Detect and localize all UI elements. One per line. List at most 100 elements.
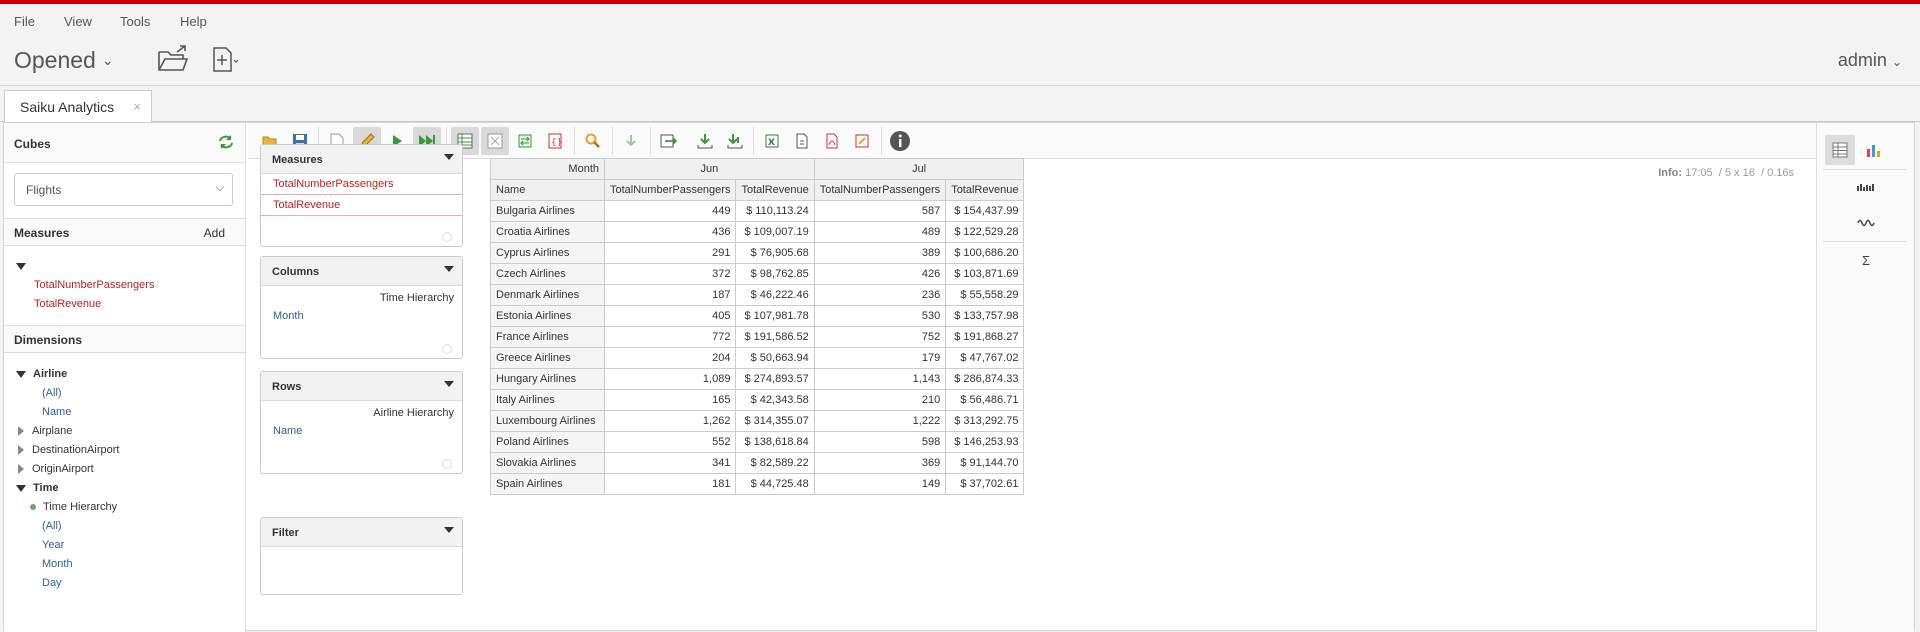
- opened-label: Opened: [14, 47, 96, 73]
- row-header[interactable]: Cyprus Airlines: [490, 242, 605, 264]
- level-year[interactable]: Year: [42, 539, 64, 551]
- hierarchy-time[interactable]: Time Hierarchy: [30, 501, 117, 513]
- measures-panel-header: Measures: [261, 145, 462, 174]
- panel-menu-icon[interactable]: [444, 154, 454, 160]
- table-cell: 149: [813, 473, 947, 495]
- new-query-icon[interactable]: [210, 44, 242, 77]
- measure-total-passengers[interactable]: TotalNumberPassengers: [34, 279, 154, 291]
- level-month[interactable]: Month: [42, 558, 73, 570]
- expand-icon: [16, 484, 26, 492]
- toggle-sidebar-icon[interactable]: [481, 127, 509, 155]
- dimension-destination[interactable]: DestinationAirport: [18, 444, 119, 456]
- menu-file[interactable]: File: [14, 14, 35, 29]
- tab-strip: Saiku Analytics ×: [0, 87, 1920, 123]
- table-cell: $ 314,355.07: [735, 410, 815, 432]
- download-all-icon[interactable]: [721, 127, 749, 155]
- table-cell: $ 100,686.20: [945, 242, 1025, 264]
- download-icon[interactable]: [691, 127, 719, 155]
- menu-tools[interactable]: Tools: [120, 14, 150, 29]
- panel-measure-item[interactable]: TotalRevenue: [261, 195, 462, 216]
- panel-menu-icon[interactable]: [444, 266, 454, 272]
- dimension-airline[interactable]: Airline: [16, 368, 67, 380]
- table-row: Croatia Airlines 436 $ 109,007.19 489 $ 122,…: [490, 221, 1025, 243]
- rows-panel-title: Rows: [272, 381, 302, 393]
- table-mode-icon[interactable]: [1825, 135, 1855, 165]
- month-header[interactable]: Jul: [813, 158, 1025, 180]
- rows-level[interactable]: Name: [261, 419, 462, 443]
- zoom-icon[interactable]: [579, 127, 607, 155]
- month-header[interactable]: Jun: [604, 158, 815, 180]
- refresh-icon[interactable]: [217, 134, 235, 153]
- row-header[interactable]: Greece Airlines: [490, 347, 605, 369]
- measure-header[interactable]: TotalRevenue: [735, 179, 815, 201]
- report-edit-icon[interactable]: [848, 127, 876, 155]
- export-rows-icon[interactable]: [655, 127, 683, 155]
- close-icon[interactable]: ×: [133, 99, 141, 114]
- row-header[interactable]: Hungary Airlines: [490, 368, 605, 390]
- cube-select[interactable]: Flights ⌵: [14, 173, 233, 206]
- tab-saiku-analytics[interactable]: Saiku Analytics ×: [4, 90, 152, 123]
- swap-axis-icon[interactable]: [511, 127, 539, 155]
- filter-panel-title: Filter: [272, 527, 299, 539]
- row-header[interactable]: Croatia Airlines: [490, 221, 605, 243]
- row-header[interactable]: Luxembourg Airlines: [490, 410, 605, 432]
- columns-level[interactable]: Month: [261, 304, 462, 328]
- table-cell: 426: [813, 263, 947, 285]
- measure-header[interactable]: TotalNumberPassengers: [813, 179, 947, 201]
- dimension-origin[interactable]: OriginAirport: [18, 463, 94, 475]
- columns-hierarchy[interactable]: Time Hierarchy: [261, 286, 462, 304]
- row-header[interactable]: Bulgaria Airlines: [490, 200, 605, 222]
- level-airline-name[interactable]: Name: [42, 406, 71, 418]
- dimension-time[interactable]: Time: [16, 482, 58, 494]
- export-excel-icon[interactable]: X: [758, 127, 786, 155]
- row-header[interactable]: Denmark Airlines: [490, 284, 605, 306]
- measure-header[interactable]: TotalRevenue: [945, 179, 1025, 201]
- table-cell: $ 76,905.68: [735, 242, 815, 264]
- sparkbar-icon[interactable]: [1851, 171, 1881, 201]
- add-measure-button[interactable]: Add: [204, 226, 225, 240]
- row-header[interactable]: Estonia Airlines: [490, 305, 605, 327]
- hierarchy-dot-icon: [30, 504, 36, 511]
- measure-total-revenue[interactable]: TotalRevenue: [34, 298, 101, 310]
- chart-mode-icon[interactable]: [1859, 135, 1889, 165]
- menu-help[interactable]: Help: [180, 14, 207, 29]
- mdx-icon[interactable]: {}: [541, 127, 569, 155]
- row-header[interactable]: Czech Airlines: [490, 263, 605, 285]
- table-row: Slovakia Airlines 341 $ 82,589.22 369 $ 91,1…: [490, 452, 1025, 474]
- measures-group-toggle[interactable]: [16, 260, 33, 272]
- rows-hierarchy[interactable]: Airline Hierarchy: [261, 401, 462, 419]
- level-day[interactable]: Day: [42, 577, 62, 589]
- row-header[interactable]: France Airlines: [490, 326, 605, 348]
- table-row: Italy Airlines 165 $ 42,343.58 210 $ 56,486.…: [490, 389, 1025, 411]
- drillthrough-icon[interactable]: [617, 127, 645, 155]
- row-header[interactable]: Spain Airlines: [490, 473, 605, 495]
- row-header[interactable]: Slovakia Airlines: [490, 452, 605, 474]
- table-cell: $ 44,725.48: [735, 473, 815, 495]
- cubes-title: Cubes: [14, 137, 51, 151]
- open-folder-icon[interactable]: [157, 44, 189, 77]
- panel-menu-icon[interactable]: [444, 381, 454, 387]
- render-mode-bar: Σ: [1816, 123, 1914, 632]
- measures-title: Measures: [14, 226, 70, 240]
- pivot-corner-month: Month: [490, 158, 605, 180]
- row-header[interactable]: Poland Airlines: [490, 431, 605, 453]
- sparkline-icon[interactable]: [1851, 207, 1881, 237]
- menu-view[interactable]: View: [64, 14, 92, 29]
- expand-icon: [16, 370, 26, 378]
- panel-measure-item[interactable]: TotalNumberPassengers: [261, 174, 462, 195]
- table-row: Poland Airlines 552 $ 138,618.84 598 $ 146,2…: [490, 431, 1025, 453]
- measure-header[interactable]: TotalNumberPassengers: [603, 179, 737, 201]
- sum-totals-icon[interactable]: Σ: [1851, 245, 1881, 275]
- info-icon[interactable]: [886, 127, 914, 155]
- collapsed-icon: [18, 426, 24, 437]
- panel-menu-icon[interactable]: [444, 527, 454, 533]
- export-pdf-icon[interactable]: [818, 127, 846, 155]
- export-csv-icon[interactable]: [788, 127, 816, 155]
- opened-dropdown[interactable]: Opened ⌄: [14, 47, 114, 74]
- table-cell: 436: [603, 221, 737, 243]
- level-time-all[interactable]: (All): [42, 520, 62, 532]
- user-menu[interactable]: admin ⌄: [1838, 50, 1902, 71]
- row-header[interactable]: Italy Airlines: [490, 389, 605, 411]
- dimension-airplane[interactable]: Airplane: [18, 425, 72, 437]
- level-airline-all[interactable]: (All): [42, 387, 62, 399]
